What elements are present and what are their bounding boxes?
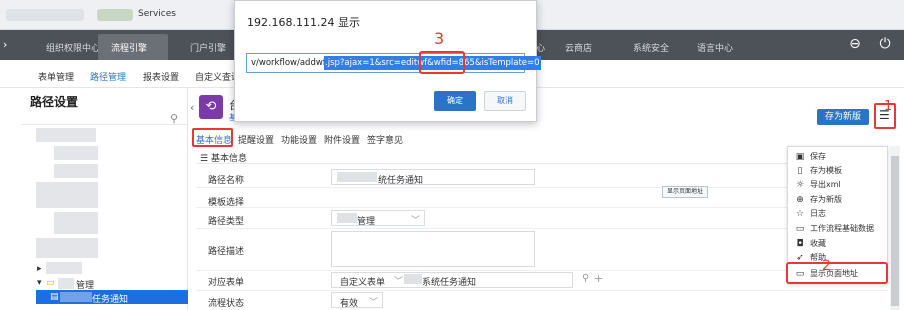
annotation-box-tab (192, 128, 233, 147)
redacted (337, 172, 377, 182)
menu-item-workflow-data[interactable]: ▭ 工作流程基础数据 (794, 223, 874, 234)
power-icon[interactable]: ⏻ (876, 35, 894, 53)
label-path-name: 路径名称 (208, 176, 245, 186)
tree-item-redacted[interactable] (54, 212, 98, 234)
nav-item-portal[interactable]: 门户引擎 (190, 41, 226, 54)
save-icon: ▣ (795, 152, 805, 162)
divider (196, 207, 888, 208)
nav-item-org[interactable]: 组织权限中心 (46, 41, 100, 54)
scrollbar-thumb[interactable] (891, 156, 899, 306)
add-icon[interactable]: + (594, 272, 603, 285)
submenu-path-management[interactable]: 路径管理 (90, 70, 126, 83)
annotation-number-1: 1 (884, 99, 893, 114)
tree-label-redacted (58, 278, 74, 289)
divider (196, 270, 888, 271)
divider (22, 124, 188, 125)
status-value: 有效 (340, 299, 359, 309)
tree-item-label[interactable]: 任务通知 (92, 292, 128, 305)
menu-item-save[interactable]: ▣ 保存 (794, 151, 826, 162)
bookmark-redacted[interactable] (97, 9, 133, 21)
collapse-sidebar-icon[interactable]: ‹ (190, 101, 194, 114)
label-form: 对应表单 (208, 278, 245, 288)
table-icon: ▭ (795, 224, 805, 234)
redacted (404, 274, 422, 284)
form-name-value: 系统任务通知 (422, 278, 477, 288)
tree-item-redacted[interactable] (54, 164, 98, 178)
new-version-icon: ⊕ (796, 195, 804, 205)
label-path-type: 路径类型 (208, 217, 245, 227)
export-icon: ☼ (795, 180, 805, 190)
nav-item-workflow[interactable]: 流程引擎 (111, 41, 147, 54)
user-circle-icon[interactable]: ⊖ (846, 35, 864, 53)
path-type-value: 管理 (357, 217, 376, 227)
ok-button[interactable]: 确定 (434, 91, 476, 111)
workflow-icon: ⟲ (199, 95, 223, 119)
save-as-new-version-button[interactable]: 存为新版 (817, 109, 869, 125)
document-icon: ▤ (50, 292, 59, 302)
label-status: 流程状态 (208, 299, 245, 309)
star-icon: ☆ (795, 209, 805, 219)
nav-item-security[interactable]: 系统安全 (633, 41, 669, 54)
tab-signature-opinion[interactable]: 签字意见 (367, 133, 403, 146)
divider (196, 290, 888, 291)
annotation-box-wfid (419, 51, 465, 74)
tree-item-redacted[interactable] (46, 262, 82, 274)
nav-item-language[interactable]: 语言中心 (697, 41, 733, 54)
nav-expand-icon[interactable]: › (3, 38, 7, 51)
divider (196, 228, 888, 229)
tree-label-redacted (60, 292, 92, 302)
annotation-number-3: 3 (434, 29, 445, 48)
form-type-value: 自定义表单 (340, 278, 386, 288)
tab-attachment-settings[interactable]: 附件设置 (324, 133, 360, 146)
bookmark-redacted[interactable] (6, 9, 84, 21)
chevron-down-icon[interactable]: ﹀ (394, 274, 403, 287)
nav-item-partial[interactable]: 心 (536, 41, 545, 54)
annotation-box-show-address (786, 262, 888, 284)
sidebar-title: 路径设置 (30, 95, 79, 109)
tree-expand-icon[interactable]: ▸ (37, 264, 42, 274)
tab-function-settings[interactable]: 功能设置 (281, 133, 317, 146)
path-name-value: 统任务通知 (378, 176, 424, 186)
chevron-down-icon[interactable]: ﹀ (369, 295, 378, 308)
tree-item-redacted[interactable] (54, 146, 98, 160)
menu-item-save-template[interactable]: ▯ 存为模板 (794, 165, 842, 176)
nav-item-cloudstore[interactable]: 云商店 (565, 41, 592, 54)
cancel-button[interactable]: 取消 (484, 91, 526, 111)
menu-item-favorite[interactable]: ◘ 收藏 (794, 238, 826, 249)
bookmark-icon: ◘ (796, 239, 804, 249)
file-icon: ▯ (797, 166, 803, 176)
dialog-title: 192.168.111.24 显示 (247, 16, 360, 29)
path-description-textarea[interactable] (331, 231, 535, 267)
submenu-report-settings[interactable]: 报表设置 (143, 70, 179, 83)
label-path-desc: 路径描述 (208, 247, 245, 257)
chevron-down-icon[interactable]: ﹀ (411, 213, 420, 226)
tree-collapse-icon[interactable]: ▾ (37, 278, 42, 288)
redacted (337, 213, 357, 223)
menu-item-save-new[interactable]: ⊕ 存为新版 (794, 194, 842, 205)
folder-icon: ▭ (46, 278, 55, 288)
tab-reminder-settings[interactable]: 提醒设置 (238, 133, 274, 146)
submenu-form-management[interactable]: 表单管理 (38, 70, 74, 83)
url-text-prefix: v/workflow/addwf0 (251, 58, 332, 68)
menu-item-log[interactable]: ☆ 日志 (794, 208, 826, 219)
divider (196, 163, 888, 164)
tree-item-redacted[interactable] (36, 128, 96, 142)
search-icon[interactable]: ⚲ (582, 273, 589, 284)
show-page-address-button[interactable]: 显示页面地址 (662, 186, 708, 198)
annotation-number-2: 2 (822, 258, 831, 274)
menu-item-export-xml[interactable]: ☼ 导出xml (794, 179, 841, 190)
divider (196, 187, 888, 188)
tree-item-redacted[interactable] (36, 238, 98, 258)
bookmark-services[interactable]: Services (138, 9, 176, 19)
tree-item-redacted[interactable] (36, 182, 98, 208)
